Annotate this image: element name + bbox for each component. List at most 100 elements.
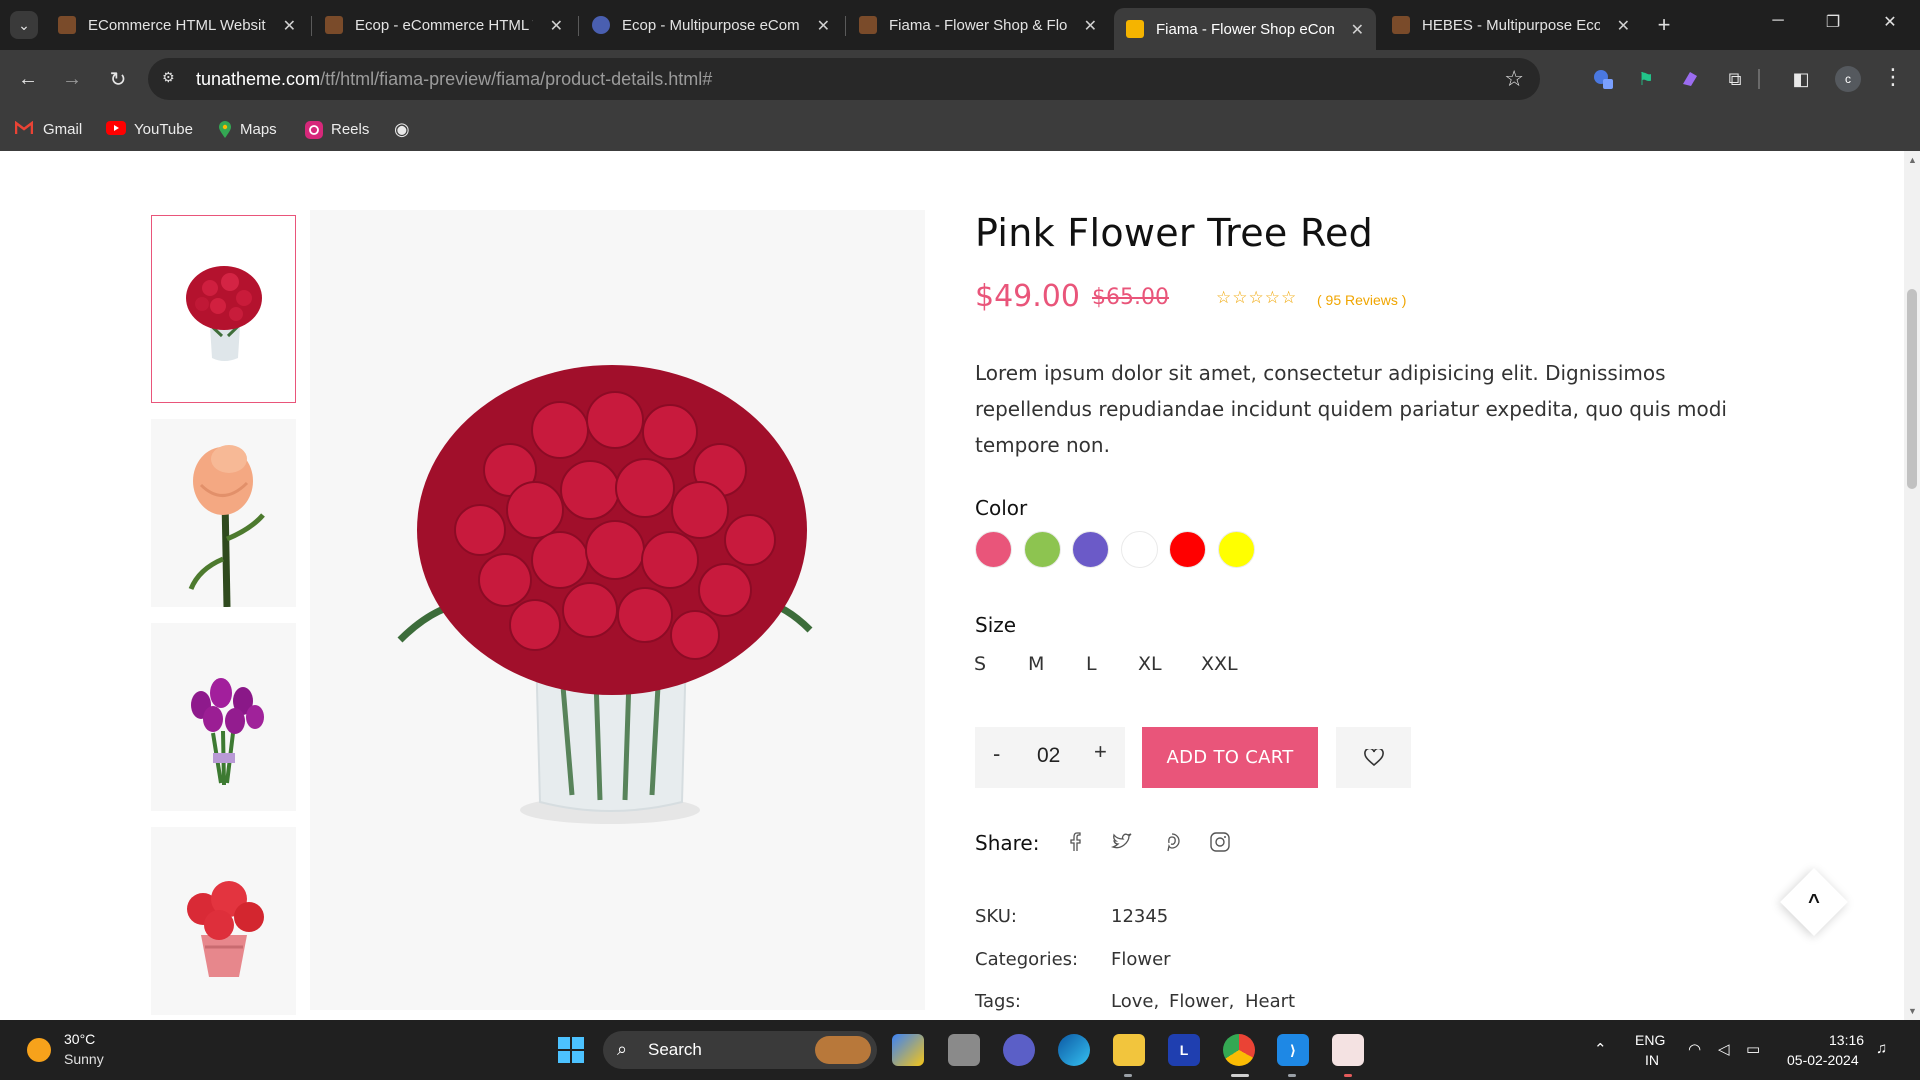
browser-tab[interactable]: Ecop - eCommerce HTML T ✕ [313,8,575,42]
tag-link[interactable]: Heart [1245,991,1295,1012]
color-swatch-green[interactable] [1024,531,1061,568]
profile-avatar[interactable]: c [1835,66,1861,92]
weather-condition[interactable]: Sunny [64,1051,104,1067]
size-option-l[interactable]: L [1086,653,1097,675]
size-option-xxl[interactable]: XXL [1201,653,1238,675]
bookmark-maps[interactable]: Maps [218,118,277,140]
browser-tab[interactable]: HEBES - Multipurpose Eco ✕ [1380,8,1642,42]
product-thumbnail-purple-tulips[interactable] [151,623,296,811]
chrome-icon[interactable] [1223,1034,1255,1066]
url-text[interactable]: tunatheme.com/tf/html/fiama-preview/fiam… [196,69,712,90]
language-region[interactable]: IN [1645,1052,1659,1068]
copilot-icon[interactable] [892,1034,924,1066]
product-thumbnail-rose-pot[interactable] [151,827,296,1015]
close-tab-icon[interactable]: ✕ [1084,16,1097,36]
color-swatch-red[interactable] [1169,531,1206,568]
browser-tab-active[interactable]: Fiama - Flower Shop eCom ✕ [1114,8,1376,50]
bookmark-reels[interactable]: Reels [305,118,369,140]
site-info-icon[interactable]: ⚙ [162,69,182,89]
quantity-increase-button[interactable]: + [1094,739,1107,765]
address-bar[interactable]: ⚙ tunatheme.com/tf/html/fiama-preview/fi… [148,58,1540,100]
taskbar-search-box[interactable]: ⌕ Search [603,1031,877,1069]
globe-bookmark-icon[interactable]: ◉ [394,118,410,140]
show-hidden-icons-chevron-icon[interactable]: ⌃ [1594,1040,1607,1058]
side-panel-icon[interactable]: ◧ [1788,66,1814,92]
close-tab-icon[interactable]: ✕ [817,16,830,36]
wifi-icon[interactable]: ◠ [1688,1040,1701,1058]
extension-icon[interactable] [1677,66,1703,92]
notification-bell-icon[interactable]: ♫ [1876,1040,1887,1057]
scroll-up-arrow-icon[interactable]: ▲ [1908,155,1917,165]
bookmark-star-icon[interactable]: ☆ [1504,66,1524,92]
language-indicator[interactable]: ENG [1635,1032,1665,1048]
wishlist-heart-icon[interactable] [1336,727,1411,788]
close-tab-icon[interactable]: ✕ [550,16,563,36]
minimize-icon[interactable]: ─ [1763,12,1793,30]
windows-start-icon[interactable] [555,1034,587,1066]
twitter-icon[interactable] [1110,830,1134,854]
page-scrollbar[interactable]: ▲ ▼ [1904,151,1920,1020]
close-tab-icon[interactable]: ✕ [283,16,296,36]
battery-icon[interactable]: ▭ [1746,1040,1760,1058]
close-window-icon[interactable]: ✕ [1875,12,1905,32]
vscode-icon[interactable]: ⟩ [1277,1034,1309,1066]
forward-arrow-icon[interactable]: → [58,65,86,93]
color-swatch-white[interactable] [1121,531,1158,568]
quantity-decrease-button[interactable]: - [993,741,1000,767]
color-swatch-purple[interactable] [1072,531,1109,568]
color-swatch-yellow[interactable] [1218,531,1255,568]
product-main-image[interactable] [310,210,925,1010]
file-explorer-icon[interactable] [1113,1034,1145,1066]
scroll-down-arrow-icon[interactable]: ▼ [1908,1006,1917,1016]
product-thumbnail-peach-rose[interactable] [151,419,296,607]
bookmark-youtube[interactable]: YouTube [106,118,193,140]
bookmark-gmail[interactable]: Gmail [14,118,82,140]
sun-weather-icon[interactable] [27,1038,51,1062]
weather-temperature[interactable]: 30°C [64,1031,95,1047]
snipping-tool-icon[interactable] [1332,1034,1364,1066]
instagram-social-icon[interactable] [1208,830,1232,854]
product-thumbnail-red-roses[interactable] [151,215,296,403]
pinterest-icon[interactable] [1160,830,1184,854]
reviews-count-link[interactable]: ( 95 Reviews ) [1317,292,1406,308]
browser-tab[interactable]: ECommerce HTML Website ✕ [46,8,308,42]
clock-date[interactable]: 05-02-2024 [1787,1052,1859,1068]
back-arrow-icon[interactable]: ← [14,65,42,93]
product-description: Lorem ipsum dolor sit amet, consectetur … [975,361,1727,457]
launcher-l-icon[interactable]: L [1168,1034,1200,1066]
close-tab-icon[interactable]: ✕ [1617,16,1630,36]
size-option-m[interactable]: M [1028,653,1044,675]
tab-title: Ecop - Multipurpose eCom [622,16,800,34]
tag-link[interactable]: Flower, [1169,991,1234,1012]
tab-search-button[interactable]: ⌄ [10,11,38,39]
product-title: Pink Flower Tree Red [975,211,1374,255]
browser-tab[interactable]: Ecop - Multipurpose eCom ✕ [580,8,842,42]
edge-browser-icon[interactable] [1058,1034,1090,1066]
browser-tab[interactable]: Fiama - Flower Shop & Flo ✕ [847,8,1109,42]
bookmark-label: Maps [240,120,277,138]
add-to-cart-button[interactable]: ADD TO CART [1142,727,1318,788]
restore-window-icon[interactable]: ❐ [1818,12,1848,32]
quantity-input[interactable]: 02 [1037,744,1060,768]
tag-link[interactable]: Love, [1111,991,1159,1012]
extension-icon[interactable] [1590,66,1616,92]
size-option-s[interactable]: S [974,653,986,675]
reload-icon[interactable]: ↻ [104,65,132,93]
browser-menu-icon[interactable]: ⋮ [1882,64,1904,90]
extension-icon[interactable]: ⚑ [1633,66,1659,92]
category-link[interactable]: Flower [1111,949,1171,970]
color-swatch-pink[interactable] [975,531,1012,568]
scrollbar-thumb[interactable] [1907,289,1917,489]
clock-time[interactable]: 13:16 [1829,1032,1864,1048]
instagram-icon [305,121,323,139]
chevron-up-icon[interactable]: ^ [1800,887,1828,917]
extensions-puzzle-icon[interactable]: ⧉ [1722,66,1748,92]
task-view-icon[interactable] [948,1034,980,1066]
new-tab-button[interactable]: + [1650,11,1678,39]
close-tab-icon[interactable]: ✕ [1351,20,1364,40]
site-favicon-icon [325,16,343,34]
size-option-xl[interactable]: XL [1138,653,1162,675]
meet-chat-icon[interactable] [1003,1034,1035,1066]
volume-icon[interactable]: ◁ [1718,1040,1730,1058]
facebook-icon[interactable] [1063,830,1087,854]
